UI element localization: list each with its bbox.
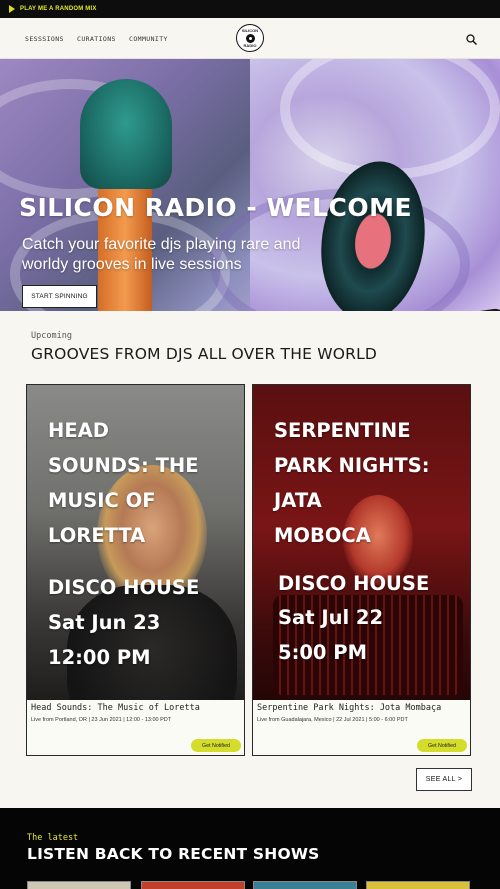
card-date: Sat Jun 23: [48, 611, 161, 634]
play-icon: [9, 5, 15, 13]
nav-link-sessions[interactable]: SESSSIONS: [25, 35, 64, 43]
event-meta: Live from Portland, OR | 23 Jun 2021 | 1…: [31, 717, 172, 723]
logo-text: SILICON: [241, 27, 259, 33]
card-title-line: LORETTA: [48, 524, 146, 547]
hero-statue-head: [80, 79, 172, 189]
upcoming-kicker: Upcoming: [31, 331, 72, 341]
start-spinning-button[interactable]: START SPINNING: [22, 285, 97, 308]
event-image: SERPENTINE PARK NIGHTS: JATA MOBOCA DISC…: [253, 385, 470, 700]
site-logo[interactable]: SILICON RADIO: [236, 24, 264, 52]
get-notified-button[interactable]: Get Notified: [191, 739, 241, 752]
card-time: 12:00 PM: [48, 646, 151, 669]
card-title-line: MOBOCA: [274, 524, 371, 547]
latest-kicker: The latest: [27, 833, 79, 843]
logo-text-bottom: RADIO: [243, 42, 257, 48]
see-all-button[interactable]: SEE ALL >: [416, 768, 472, 791]
show-thumbnail[interactable]: [141, 881, 245, 889]
hero-subtitle: Catch your favorite djs playing rare and…: [22, 236, 301, 273]
event-meta: Live from Guadalajara, Mexico | 22 Jul 2…: [257, 717, 408, 723]
card-title-line: SERPENTINE: [274, 419, 411, 442]
show-thumbnail[interactable]: [253, 881, 357, 889]
card-title-line: MUSIC OF: [48, 489, 156, 512]
vinyl-logo-icon: [245, 33, 255, 43]
card-time: 5:00 PM: [278, 641, 367, 664]
card-genre: DISCO HOUSE: [278, 572, 430, 595]
event-name: Serpentine Park Nights: Jota Mombaça: [257, 703, 442, 713]
random-mix-label: PLAY ME A RANDOM MIX: [20, 6, 97, 12]
latest-shows-section: The latest LISTEN BACK TO RECENT SHOWS: [0, 808, 500, 889]
card-title-line: JATA: [274, 489, 322, 512]
random-mix-bar[interactable]: PLAY ME A RANDOM MIX: [0, 0, 500, 18]
show-thumbnail[interactable]: [366, 881, 470, 889]
get-notified-button[interactable]: Get Notified: [417, 739, 467, 752]
hero-banner: SILICON RADIO - WELCOME Catch your favor…: [0, 59, 500, 311]
hero-title: SILICON RADIO - WELCOME: [19, 193, 413, 222]
search-icon[interactable]: [466, 34, 477, 45]
card-title-line: PARK NIGHTS:: [274, 454, 430, 477]
nav-link-curations[interactable]: CURATIONS: [77, 35, 116, 43]
main-nav: SESSSIONS CURATIONS COMMUNITY SILICON RA…: [0, 18, 500, 59]
upcoming-section-title: GROOVES FROM DJS ALL OVER THE WORLD: [31, 345, 378, 363]
latest-section-title: LISTEN BACK TO RECENT SHOWS: [27, 845, 320, 863]
event-card-loretta[interactable]: HEAD SOUNDS: THE MUSIC OF LORETTA DISCO …: [26, 384, 245, 756]
card-title-line: SOUNDS: THE: [48, 454, 199, 477]
event-image: HEAD SOUNDS: THE MUSIC OF LORETTA DISCO …: [27, 385, 244, 700]
nav-link-community[interactable]: COMMUNITY: [129, 35, 168, 43]
show-thumbnail[interactable]: [27, 881, 131, 889]
card-title-line: HEAD: [48, 419, 109, 442]
event-name: Head Sounds: The Music of Loretta: [31, 703, 200, 713]
card-date: Sat Jul 22: [278, 606, 384, 629]
card-genre: DISCO HOUSE: [48, 576, 200, 599]
event-card-serpentine[interactable]: SERPENTINE PARK NIGHTS: JATA MOBOCA DISC…: [252, 384, 471, 756]
